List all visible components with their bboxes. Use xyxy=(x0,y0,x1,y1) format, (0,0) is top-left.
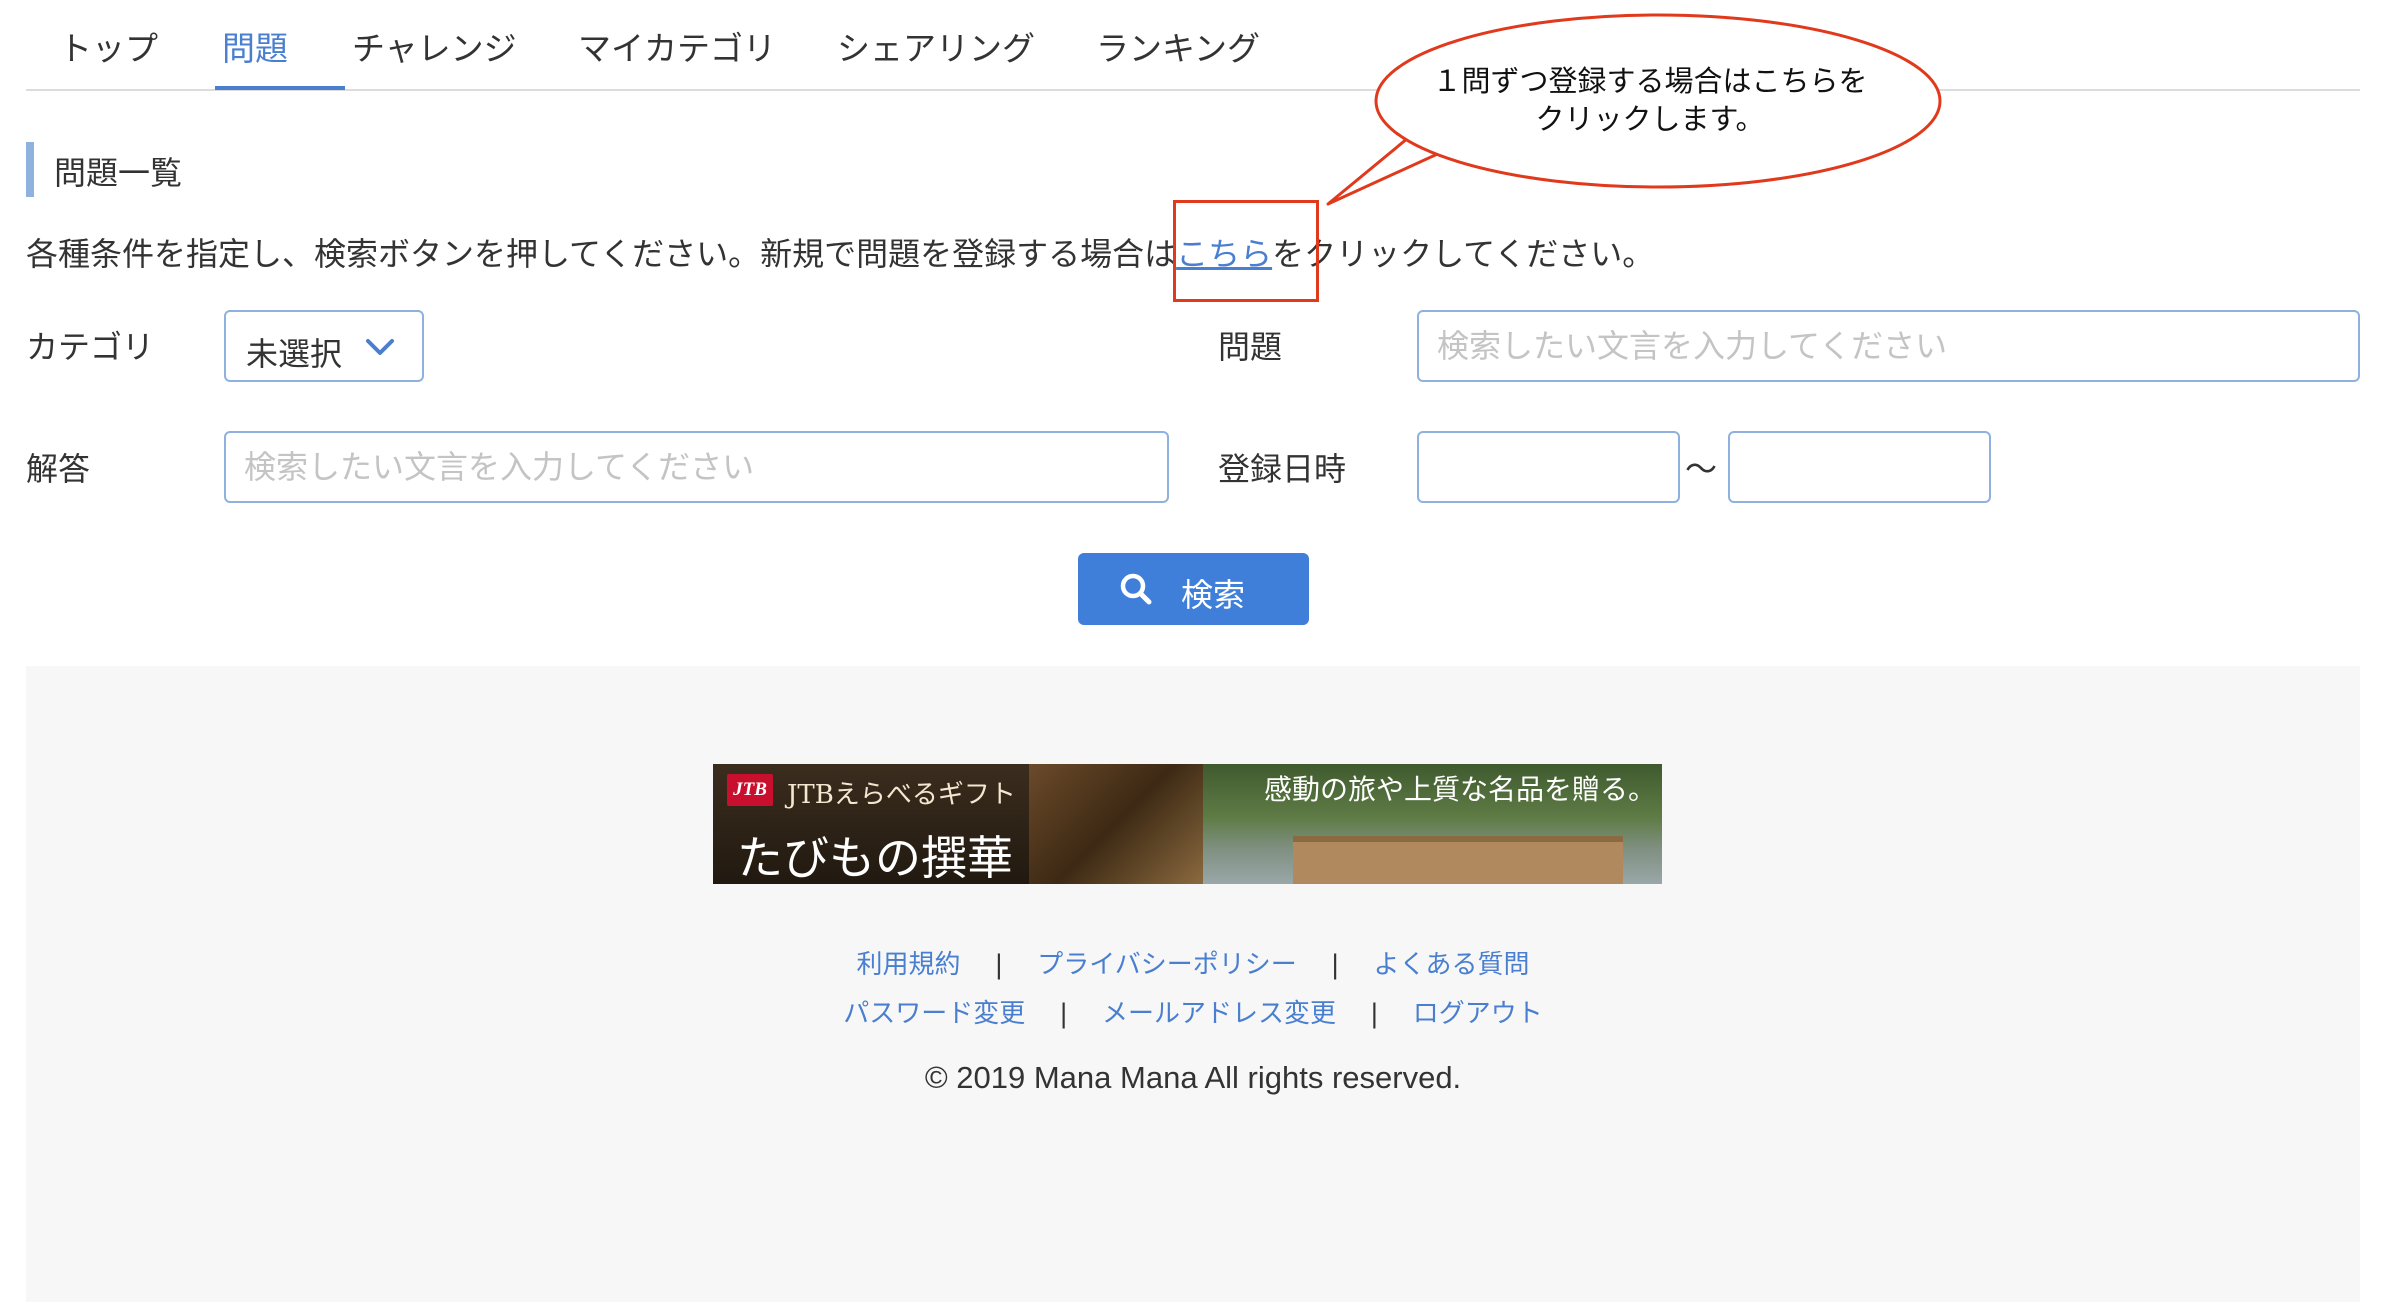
section-accent-bar xyxy=(26,142,34,197)
banner-title: たびもの撰華 xyxy=(737,831,1013,884)
tab-sharing[interactable]: シェアリング xyxy=(837,22,1035,70)
date-label: 登録日時 xyxy=(1218,450,1347,488)
banner-tagline: 感動の旅や上質な名品を贈る。 xyxy=(1263,773,1656,806)
banner-left-panel: JTB JTBえらべるギフト たびもの撰華 xyxy=(713,764,1029,884)
tab-my-category[interactable]: マイカテゴリ xyxy=(578,22,776,70)
callout-line-2: クリックします。 xyxy=(1535,102,1765,136)
search-button[interactable]: 検索 xyxy=(1078,553,1309,625)
footer-separator: | xyxy=(1370,999,1379,1029)
footer-links-row2: パスワード変更 | メールアドレス変更 | ログアウト xyxy=(26,993,2360,1030)
annotation-callout-text: １問ずつ登録する場合はこちらを クリックします。 xyxy=(1390,62,1910,138)
footer-separator: | xyxy=(1059,999,1068,1029)
question-label: 問題 xyxy=(1218,328,1283,366)
faq-link[interactable]: よくある質問 xyxy=(1374,950,1530,980)
instruction-text: 各種条件を指定し、検索ボタンを押してください。新規で問題を登録する場合はこちらを… xyxy=(26,229,1654,275)
footer-separator: | xyxy=(994,950,1004,980)
banner-photo-interior xyxy=(1029,764,1203,884)
chevron-down-icon xyxy=(366,339,394,355)
email-change-link[interactable]: メールアドレス変更 xyxy=(1102,999,1336,1029)
footer-links-row1: 利用規約 | プライバシーポリシー | よくある質問 xyxy=(26,944,2360,981)
tab-questions[interactable]: 問題 xyxy=(222,22,288,70)
ad-banner[interactable]: JTB JTBえらべるギフト たびもの撰華 感動の旅や上質な名品を贈る。 xyxy=(713,764,1662,884)
search-button-label: 検索 xyxy=(1181,576,1246,614)
privacy-policy-link[interactable]: プライバシーポリシー xyxy=(1037,950,1296,980)
category-select[interactable]: 未選択 xyxy=(224,310,424,382)
copyright: © 2019 Mana Mana All rights reserved. xyxy=(924,1060,1462,1095)
date-range-separator: 〜 xyxy=(1685,450,1718,488)
tab-challenge[interactable]: チャレンジ xyxy=(352,22,517,70)
instruction-after: をクリックしてください。 xyxy=(1272,235,1655,273)
footer: JTB JTBえらべるギフト たびもの撰華 感動の旅や上質な名品を贈る。 利用規… xyxy=(26,666,2360,1302)
date-from-input[interactable] xyxy=(1417,431,1680,503)
answer-label: 解答 xyxy=(26,450,91,488)
terms-link[interactable]: 利用規約 xyxy=(856,950,960,980)
tab-ranking[interactable]: ランキング xyxy=(1096,22,1260,70)
nav-tabs: トップ 問題 チャレンジ マイカテゴリ シェアリング ランキング xyxy=(26,0,2360,91)
tab-top[interactable]: トップ xyxy=(59,22,158,70)
question-search-input[interactable] xyxy=(1417,310,2360,382)
footer-separator: | xyxy=(1330,950,1340,980)
password-change-link[interactable]: パスワード変更 xyxy=(843,999,1025,1029)
answer-search-input[interactable] xyxy=(224,431,1169,503)
date-to-input[interactable] xyxy=(1728,431,1991,503)
callout-line-1: １問ずつ登録する場合はこちらを xyxy=(1432,64,1868,98)
banner-photo-bath: 感動の旅や上質な名品を贈る。 xyxy=(1203,764,1662,884)
jtb-logo: JTB xyxy=(727,774,773,806)
category-select-value: 未選択 xyxy=(246,335,343,373)
category-label: カテゴリ xyxy=(26,328,155,366)
section-title: 問題一覧 xyxy=(54,154,183,192)
active-tab-indicator xyxy=(215,86,345,90)
logout-link[interactable]: ログアウト xyxy=(1413,999,1543,1029)
annotation-highlight-box xyxy=(1173,200,1319,302)
banner-bath-shape xyxy=(1293,836,1623,884)
banner-subtitle: JTBえらべるギフト xyxy=(787,780,1016,810)
search-icon xyxy=(1120,573,1152,605)
instruction-before: 各種条件を指定し、検索ボタンを押してください。新規で問題を登録する場合は xyxy=(26,235,1177,273)
